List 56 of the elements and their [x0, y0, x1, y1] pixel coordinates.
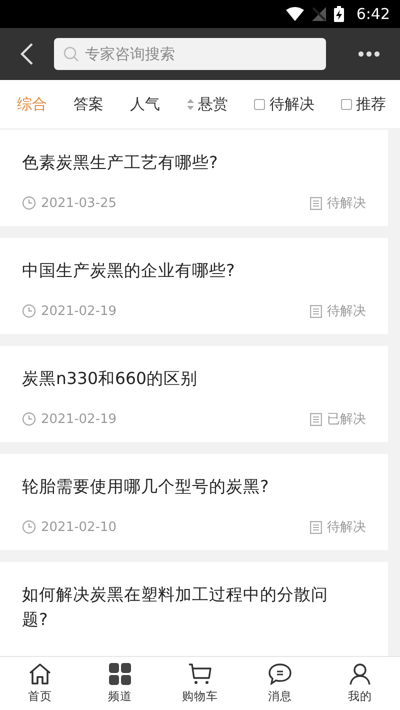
question-title: 中国生产炭黑的企业有哪些?	[22, 260, 236, 282]
grid-icon	[109, 663, 131, 685]
search-field[interactable]: 专家咨询搜索	[54, 38, 326, 70]
question-title: 轮胎需要使用哪几个型号的炭黑?	[22, 476, 270, 498]
tab-bar-item[interactable]: 频道	[80, 657, 160, 710]
chat-icon	[268, 663, 292, 685]
question-title: 如何解决炭黑在塑料加工过程中的分散问题?	[22, 584, 329, 631]
battery-charging-icon	[334, 6, 344, 22]
checkbox-label: 待解决	[269, 94, 314, 114]
question-title: 炭黑n330和660的区别	[22, 368, 198, 390]
question-date: 2021-02-19	[41, 412, 117, 426]
question-title: 色素炭黑生产工艺有哪些?	[22, 152, 219, 174]
question-card[interactable]: 中国生产炭黑的企业有哪些? 2021-02-19 待解决	[0, 238, 388, 334]
question-status: 已解决	[327, 411, 366, 428]
user-icon	[349, 663, 371, 685]
tab-bar-item[interactable]: 消息	[240, 657, 320, 710]
no-signal-icon	[312, 7, 326, 21]
clock-icon	[22, 412, 36, 426]
sort-icon[interactable]	[186, 98, 194, 110]
filter-tab[interactable]: 悬赏	[198, 94, 228, 114]
tab-bar-item[interactable]: 首页	[0, 657, 80, 710]
tab-bar-item[interactable]: 我的	[320, 657, 400, 710]
clock-icon	[22, 520, 36, 534]
tab-bar-label: 购物车	[182, 689, 218, 704]
clock-icon	[22, 304, 36, 318]
question-status: 待解决	[327, 195, 366, 212]
clock-icon	[22, 196, 36, 210]
cart-icon	[188, 663, 212, 685]
question-date: 2021-02-19	[41, 304, 117, 318]
question-card[interactable]: 如何解决炭黑在塑料加工过程中的分散问题?	[0, 562, 388, 656]
tab-bar-label: 我的	[348, 689, 372, 704]
wifi-icon	[286, 7, 304, 21]
more-icon[interactable]	[358, 51, 380, 57]
tab-bar-label: 首页	[28, 689, 52, 704]
back-icon[interactable]	[20, 42, 34, 66]
home-icon	[28, 663, 52, 685]
question-date: 2021-03-25	[41, 196, 117, 210]
checkbox[interactable]	[340, 98, 352, 110]
question-status: 待解决	[327, 303, 366, 320]
checkbox[interactable]	[254, 98, 266, 110]
checkbox-label: 推荐	[356, 94, 386, 114]
document-icon	[310, 520, 322, 534]
document-icon	[310, 304, 322, 318]
status-time: 6:42	[356, 5, 390, 23]
question-date: 2021-02-10	[41, 520, 117, 534]
document-icon	[310, 196, 322, 210]
question-card[interactable]: 轮胎需要使用哪几个型号的炭黑? 2021-02-10 待解决	[0, 454, 388, 550]
tab-bar-item[interactable]: 购物车	[160, 657, 240, 710]
tab-bar-label: 频道	[108, 689, 132, 704]
question-status: 待解决	[327, 519, 366, 536]
filter-tab[interactable]: 人气	[130, 94, 160, 114]
question-card[interactable]: 色素炭黑生产工艺有哪些? 2021-03-25 待解决	[0, 130, 388, 226]
question-card[interactable]: 炭黑n330和660的区别 2021-02-19 已解决	[0, 346, 388, 442]
document-icon	[310, 412, 322, 426]
filter-tab[interactable]: 答案	[74, 94, 104, 114]
tab-bar-label: 消息	[268, 689, 292, 704]
